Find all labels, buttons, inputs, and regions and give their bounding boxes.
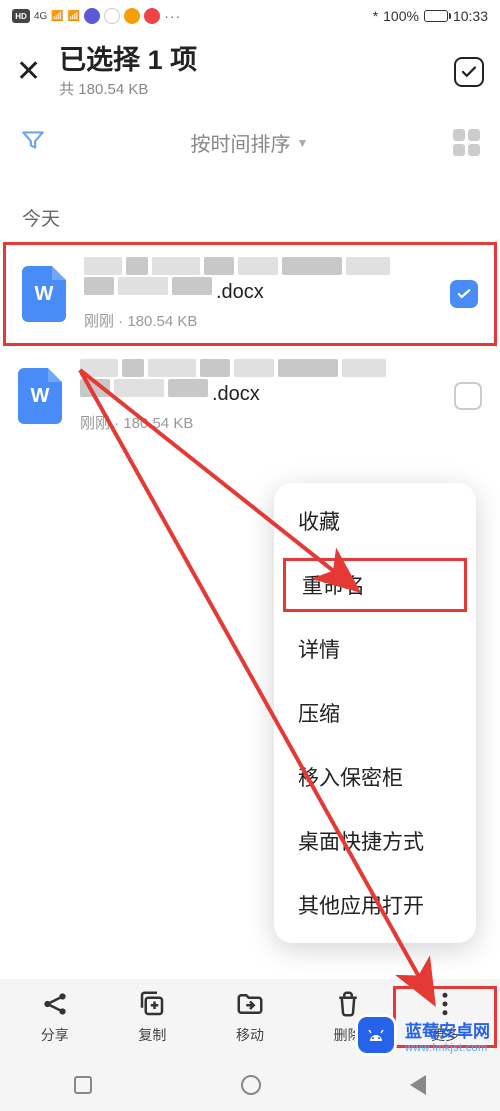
nav-home[interactable] bbox=[241, 1075, 261, 1095]
watermark: 蓝莓安卓网 www.lmkjst.com bbox=[355, 1014, 490, 1056]
signal-icon: 📶 bbox=[51, 11, 63, 22]
toolbar: 按时间排序 ▼ bbox=[0, 113, 500, 178]
file-type-icon: W bbox=[18, 368, 62, 424]
sort-label: 按时间排序 bbox=[191, 128, 291, 157]
section-today: 今天 bbox=[0, 178, 500, 243]
file-type-icon: W bbox=[22, 266, 66, 322]
close-icon[interactable]: ✕ bbox=[16, 54, 41, 89]
check-icon bbox=[460, 63, 478, 81]
move-icon bbox=[235, 989, 265, 1019]
more-menu: 收藏 重命名 详情 压缩 移入保密柜 桌面快捷方式 其他应用打开 bbox=[274, 483, 476, 943]
file-row[interactable]: W .docx 刚刚 · 180.54 KB bbox=[0, 345, 500, 447]
status-right: * 100% 10:33 bbox=[373, 8, 488, 24]
nav-recent[interactable] bbox=[74, 1076, 92, 1094]
nav-bar bbox=[0, 1059, 500, 1111]
app-icon-2 bbox=[104, 8, 120, 24]
menu-openwith[interactable]: 其他应用打开 bbox=[274, 873, 476, 937]
file-body: .docx 刚刚 · 180.54 KB bbox=[80, 359, 436, 433]
watermark-badge bbox=[355, 1014, 397, 1056]
app-icon-3 bbox=[124, 8, 140, 24]
file-body: .docx 刚刚 · 180.54 KB bbox=[84, 257, 432, 331]
page-title: 已选择 1 项 bbox=[59, 44, 436, 76]
select-all-button[interactable] bbox=[454, 57, 484, 87]
copy-label: 复制 bbox=[138, 1025, 166, 1045]
copy-icon bbox=[137, 989, 167, 1019]
page-subtitle: 共 180.54 KB bbox=[59, 78, 436, 99]
menu-vault[interactable]: 移入保密柜 bbox=[274, 745, 476, 809]
file-ext: .docx bbox=[216, 281, 264, 304]
file-meta: 刚刚 · 180.54 KB bbox=[80, 412, 436, 433]
more-icons: ··· bbox=[164, 8, 181, 24]
menu-compress[interactable]: 压缩 bbox=[274, 681, 476, 745]
checkbox[interactable] bbox=[454, 382, 482, 410]
checkbox[interactable] bbox=[450, 280, 478, 308]
share-icon bbox=[40, 989, 70, 1019]
censored-name bbox=[80, 359, 436, 377]
filter-button[interactable] bbox=[20, 127, 46, 158]
move-button[interactable]: 移动 bbox=[201, 989, 299, 1045]
check-icon bbox=[455, 285, 473, 303]
share-button[interactable]: 分享 bbox=[6, 989, 104, 1045]
status-bar: HD 4G 📶 📶 ··· * 100% 10:33 bbox=[0, 0, 500, 32]
censored-name bbox=[84, 257, 432, 275]
wifi-icon: 📶 bbox=[68, 11, 80, 22]
battery-percent: 100% bbox=[383, 8, 419, 24]
app-icon-1 bbox=[84, 8, 100, 24]
clock: 10:33 bbox=[453, 8, 488, 24]
watermark-url: www.lmkjst.com bbox=[405, 1042, 490, 1054]
menu-details[interactable]: 详情 bbox=[274, 617, 476, 681]
app-icon-4 bbox=[144, 8, 160, 24]
move-label: 移动 bbox=[236, 1025, 264, 1045]
header-text: 已选择 1 项 共 180.54 KB bbox=[59, 44, 436, 99]
battery-icon bbox=[424, 10, 448, 22]
net-type: 4G bbox=[34, 11, 47, 22]
hd-icon: HD bbox=[12, 9, 30, 23]
nav-back[interactable] bbox=[410, 1075, 426, 1095]
share-label: 分享 bbox=[41, 1025, 69, 1045]
filter-icon bbox=[20, 127, 46, 153]
file-meta: 刚刚 · 180.54 KB bbox=[84, 310, 432, 331]
watermark-title: 蓝莓安卓网 bbox=[405, 1017, 490, 1042]
sort-button[interactable]: 按时间排序 ▼ bbox=[191, 128, 309, 157]
menu-rename[interactable]: 重命名 bbox=[278, 553, 472, 617]
copy-button[interactable]: 复制 bbox=[104, 989, 202, 1045]
status-left: HD 4G 📶 📶 ··· bbox=[12, 8, 181, 24]
bluetooth-icon: * bbox=[373, 8, 378, 24]
censored-name-2: .docx bbox=[80, 379, 436, 406]
view-grid-button[interactable] bbox=[453, 129, 480, 156]
file-row[interactable]: W .docx 刚刚 · 180.54 KB bbox=[4, 243, 496, 345]
file-ext: .docx bbox=[212, 383, 260, 406]
chevron-down-icon: ▼ bbox=[297, 136, 309, 150]
censored-name-2: .docx bbox=[84, 277, 432, 304]
watermark-text: 蓝莓安卓网 www.lmkjst.com bbox=[405, 1017, 490, 1054]
menu-favorite[interactable]: 收藏 bbox=[274, 489, 476, 553]
android-icon bbox=[364, 1023, 388, 1047]
header: ✕ 已选择 1 项 共 180.54 KB bbox=[0, 32, 500, 113]
menu-shortcut[interactable]: 桌面快捷方式 bbox=[274, 809, 476, 873]
